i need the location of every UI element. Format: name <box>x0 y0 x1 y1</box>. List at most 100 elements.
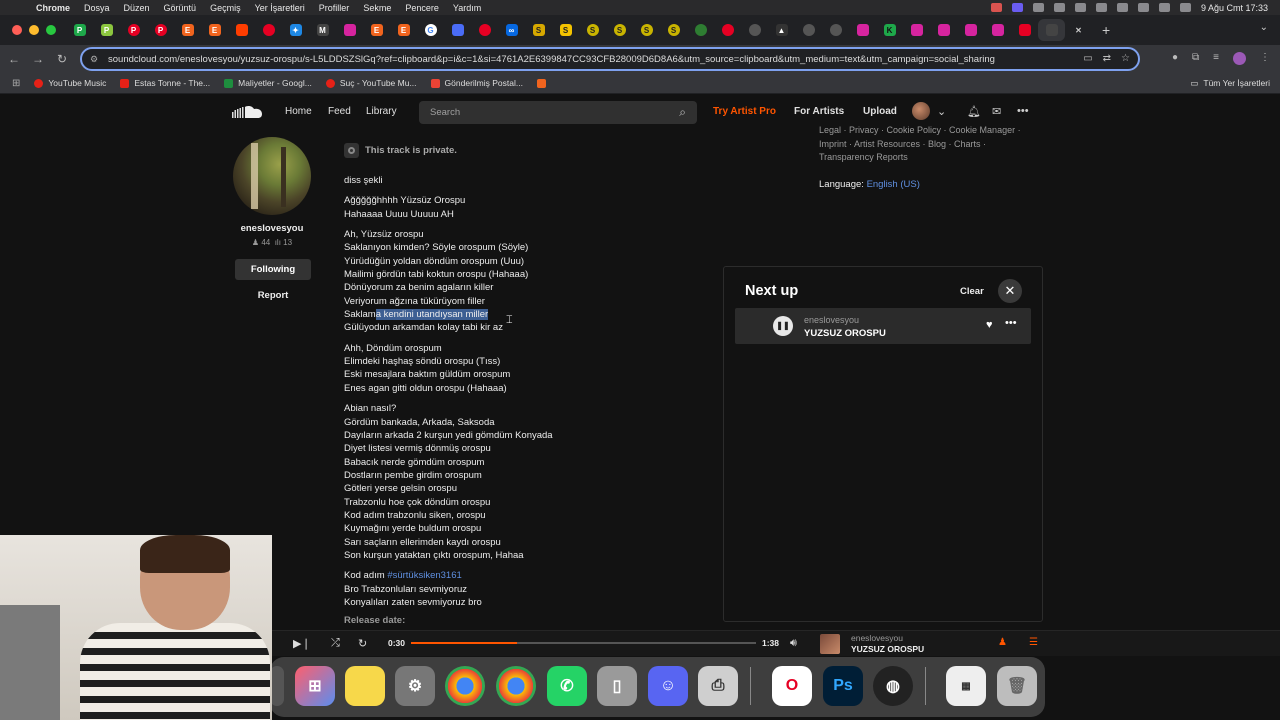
browser-tab[interactable]: S <box>633 19 660 41</box>
status-play-icon[interactable] <box>1116 3 1128 12</box>
new-tab-button[interactable]: + <box>1102 22 1110 38</box>
repeat-icon[interactable]: ↻ <box>358 637 367 650</box>
browser-tab[interactable]: S <box>579 19 606 41</box>
more-options-icon[interactable]: ••• <box>1005 317 1017 329</box>
queue-item[interactable]: ❚❚ eneslovesyou YUZSUZ OROSPU ♥ ••• <box>735 308 1031 344</box>
menu-file[interactable]: Dosya <box>84 3 110 13</box>
browser-tab[interactable] <box>714 19 741 41</box>
footer-links-line[interactable]: Imprint · Artist Resources · Blog · Char… <box>819 138 1049 152</box>
nav-feed[interactable]: Feed <box>328 106 351 117</box>
search-input[interactable]: Search ⌕ <box>419 101 697 124</box>
queue-list-icon[interactable]: ☰ <box>1029 637 1038 648</box>
status-siri-icon[interactable] <box>1179 3 1191 12</box>
shuffle-icon[interactable]: ⤮ <box>331 637 340 650</box>
bookmark-item[interactable]: Gönderilmiş Postal... <box>430 78 523 88</box>
menu-edit[interactable]: Düzen <box>124 3 150 13</box>
for-artists-link[interactable]: For Artists <box>794 106 844 117</box>
browser-tab[interactable]: P <box>120 19 147 41</box>
bookmark-star-icon[interactable]: ☆ <box>1121 53 1130 64</box>
site-info-icon[interactable]: ⚙ <box>90 54 100 64</box>
like-heart-icon[interactable]: ♥ <box>986 319 993 331</box>
browser-tab[interactable]: ✦ <box>282 19 309 41</box>
back-icon[interactable]: ← <box>4 52 24 66</box>
status-record-icon[interactable] <box>1032 3 1044 12</box>
browser-tab[interactable] <box>255 19 282 41</box>
text-selection[interactable]: a kendini utandıysan miller <box>375 309 489 321</box>
opera-icon[interactable]: O <box>772 666 812 706</box>
menu-app[interactable]: Chrome <box>36 3 70 13</box>
all-bookmarks[interactable]: ▭ Tüm Yer İşaretleri <box>1190 78 1270 89</box>
upload-link[interactable]: Upload <box>863 106 897 117</box>
messages-envelope-icon[interactable]: ✉ <box>992 105 1001 118</box>
notifications-bell-icon[interactable]: 🔔︎ <box>967 105 981 118</box>
bookmark-item[interactable]: Maliyetler - Googl... <box>224 78 312 88</box>
extensions-puzzle-icon[interactable]: ⧉ <box>1192 52 1199 65</box>
browser-tab[interactable] <box>930 19 957 41</box>
next-track-icon[interactable]: ▶︎❘ <box>293 637 311 650</box>
user-avatar[interactable] <box>912 102 930 120</box>
menubar-clock[interactable]: 9 Ağu Cmt 17:33 <box>1201 3 1268 13</box>
chrome-icon[interactable] <box>496 666 536 706</box>
more-options-icon[interactable]: ••• <box>1017 105 1029 117</box>
chrome-menu-icon[interactable]: ⋮ <box>1260 52 1270 65</box>
browser-tab[interactable] <box>336 19 363 41</box>
url-text[interactable]: soundcloud.com/eneslovesyou/yuzsuz-orosp… <box>108 54 1068 65</box>
downloads-folder-icon[interactable]: ▦ <box>946 666 986 706</box>
artist-avatar[interactable] <box>233 137 311 215</box>
status-bluetooth-icon[interactable] <box>1053 3 1065 12</box>
obs-icon[interactable]: ◍ <box>873 666 913 706</box>
address-bar[interactable]: ⚙ soundcloud.com/eneslovesyou/yuzsuz-oro… <box>80 47 1140 71</box>
browser-tab[interactable]: E <box>363 19 390 41</box>
status-app-icon[interactable] <box>990 3 1002 12</box>
browser-tab[interactable]: G <box>417 19 444 41</box>
soundcloud-logo-icon[interactable] <box>232 105 264 119</box>
launchpad-icon[interactable]: ⊞ <box>295 666 335 706</box>
menu-window[interactable]: Pencere <box>405 3 439 13</box>
minimize-window-button[interactable] <box>29 25 39 35</box>
forward-icon[interactable]: → <box>28 52 48 66</box>
browser-tab[interactable]: ▲ <box>768 19 795 41</box>
now-playing-artwork[interactable] <box>820 634 840 654</box>
bookmark-item[interactable]: Suç - YouTube Mu... <box>325 78 417 88</box>
browser-tab[interactable]: S <box>525 19 552 41</box>
artist-name[interactable]: eneslovesyou <box>233 223 311 234</box>
browser-tab[interactable]: E <box>174 19 201 41</box>
bookmark-item[interactable]: Estas Tonne - The... <box>120 78 210 88</box>
browser-tab[interactable]: P <box>93 19 120 41</box>
menu-tab[interactable]: Sekme <box>363 3 391 13</box>
chevron-down-icon[interactable]: ⌄ <box>937 105 946 118</box>
bookmark-item[interactable] <box>536 78 546 88</box>
browser-tab[interactable] <box>228 19 255 41</box>
menu-profiles[interactable]: Profiller <box>319 3 350 13</box>
browser-tab[interactable] <box>741 19 768 41</box>
tab-search-icon[interactable]: ⌄ <box>1260 22 1268 33</box>
browser-tab[interactable] <box>903 19 930 41</box>
browser-tab[interactable]: K <box>876 19 903 41</box>
browser-tab[interactable] <box>984 19 1011 41</box>
tracks-count[interactable]: 13 <box>283 238 292 247</box>
browser-tab[interactable] <box>471 19 498 41</box>
browser-tab[interactable] <box>687 19 714 41</box>
browser-tab[interactable] <box>444 19 471 41</box>
browser-tab[interactable]: E <box>201 19 228 41</box>
volume-icon[interactable]: 🔊︎ <box>790 637 797 650</box>
menu-help[interactable]: Yardım <box>453 3 481 13</box>
profile-avatar[interactable] <box>1233 52 1246 65</box>
now-playing-artist[interactable]: eneslovesyou <box>851 633 903 643</box>
reading-list-icon[interactable]: ≡ <box>1213 52 1219 65</box>
status-control-center-icon[interactable] <box>1158 3 1170 12</box>
system-settings-icon[interactable]: ⚙ <box>395 666 435 706</box>
menu-bookmarks[interactable]: Yer İşaretleri <box>255 3 305 13</box>
progress-bar[interactable] <box>411 642 756 644</box>
browser-tab[interactable]: P <box>66 19 93 41</box>
translate-icon[interactable]: ⇄ <box>1103 53 1111 64</box>
browser-tab[interactable]: M <box>309 19 336 41</box>
status-display-icon[interactable] <box>1074 3 1086 12</box>
queue-item-artist[interactable]: eneslovesyou <box>804 315 859 325</box>
queue-item-title[interactable]: YUZSUZ OROSPU <box>804 328 886 339</box>
chrome-icon[interactable] <box>445 666 485 706</box>
browser-tab[interactable]: S <box>660 19 687 41</box>
browser-tab[interactable] <box>822 19 849 41</box>
followers-count[interactable]: 44 <box>261 238 270 247</box>
browser-tab[interactable] <box>849 19 876 41</box>
